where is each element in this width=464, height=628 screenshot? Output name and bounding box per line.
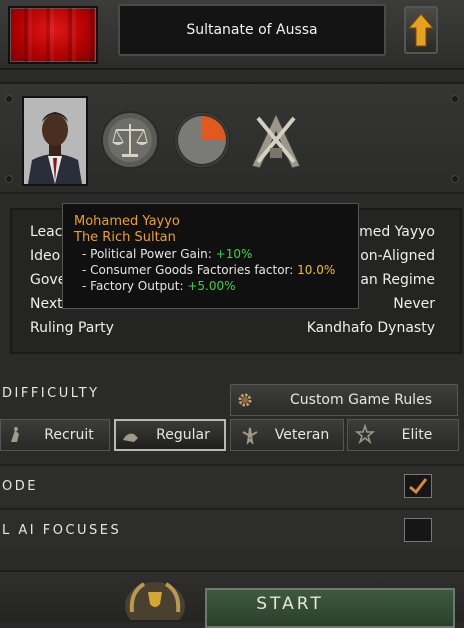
tooltip-effect-value: +10%: [215, 247, 253, 261]
toggle-label: ODE: [2, 479, 38, 494]
tooltip-effect-label: - Political Power Gain:: [82, 247, 216, 261]
country-name: Sultanate of Aussa: [186, 22, 318, 38]
tooltip-leader-trait: The Rich Sultan: [74, 230, 176, 245]
tooltip-effect-label: - Consumer Goods Factories factor:: [82, 263, 298, 277]
government-row-label: Gove: [30, 272, 67, 288]
difficulty-regular-label: Regular: [156, 427, 210, 443]
up-arrow-button[interactable]: [404, 6, 438, 54]
difficulty-regular-button[interactable]: Regular: [114, 419, 226, 451]
difficulty-elite-label: Elite: [401, 427, 433, 443]
achievement-laurel-icon[interactable]: [122, 578, 188, 628]
checkmark-icon: [409, 478, 428, 495]
rivet: [452, 176, 458, 182]
toggle-row: [0, 464, 464, 506]
gear-icon: [238, 393, 252, 407]
toggle-checkbox[interactable]: [404, 474, 432, 498]
toggle-label-text: L AI Focuses: [2, 523, 122, 538]
difficulty-title-text: Difficulty: [2, 386, 100, 401]
tooltip-leader-name: Mohamed Yayyo: [74, 214, 180, 229]
difficulty-recruit-button[interactable]: Recruit: [0, 419, 110, 451]
leader-row-label: Leac: [30, 224, 63, 240]
difficulty-veteran-button[interactable]: Veteran: [230, 419, 344, 451]
elite-icon: [354, 424, 376, 445]
rivet: [6, 176, 12, 182]
ruling-party-row-value: Kandhafo Dynasty: [306, 320, 435, 336]
custom-game-rules-label: Custom Game Rules: [290, 392, 432, 408]
recruit-icon: [11, 427, 19, 442]
tooltip-effect-value: +5.00%: [187, 279, 236, 293]
difficulty-title: Difficulty: [2, 386, 100, 401]
difficulty-elite-button[interactable]: Elite: [347, 419, 459, 451]
veteran-icon: [242, 427, 258, 445]
toggle-label-text: ODE: [2, 479, 38, 494]
difficulty-veteran-label: Veteran: [274, 427, 330, 443]
next-election-row-label: Next: [30, 296, 63, 312]
up-arrow-icon: [407, 13, 435, 47]
rivet: [6, 96, 12, 102]
difficulty-recruit-label: Recruit: [44, 427, 94, 443]
regular-icon: [123, 433, 138, 442]
tooltip-effect: - Consumer Goods Factories factor: 10.0%: [74, 262, 348, 278]
tooltip-effect-value: 10.0%: [297, 263, 336, 277]
ideology-row-label: Ideo: [30, 248, 61, 264]
tooltip-effect-label: - Factory Output:: [82, 279, 188, 293]
popularity-gauge-icon[interactable]: [172, 110, 232, 170]
leader-tooltip: Mohamed Yayyo The Rich Sultan - Politica…: [62, 203, 359, 309]
tooltip-effect: - Political Power Gain: +10%: [74, 246, 348, 262]
tooltip-effect: - Factory Output: +5.00%: [74, 278, 348, 294]
ruling-party-row-label: Ruling Party: [30, 320, 114, 336]
country-flag[interactable]: [8, 6, 98, 64]
start-button-label: START: [256, 594, 324, 614]
rivet: [452, 96, 458, 102]
ideology-scales-icon[interactable]: [100, 110, 160, 170]
toggle-label: L AI Focuses: [2, 523, 121, 538]
military-rifles-icon[interactable]: [244, 108, 308, 172]
leader-portrait[interactable]: [22, 96, 88, 186]
toggle-checkbox[interactable]: [404, 518, 432, 542]
